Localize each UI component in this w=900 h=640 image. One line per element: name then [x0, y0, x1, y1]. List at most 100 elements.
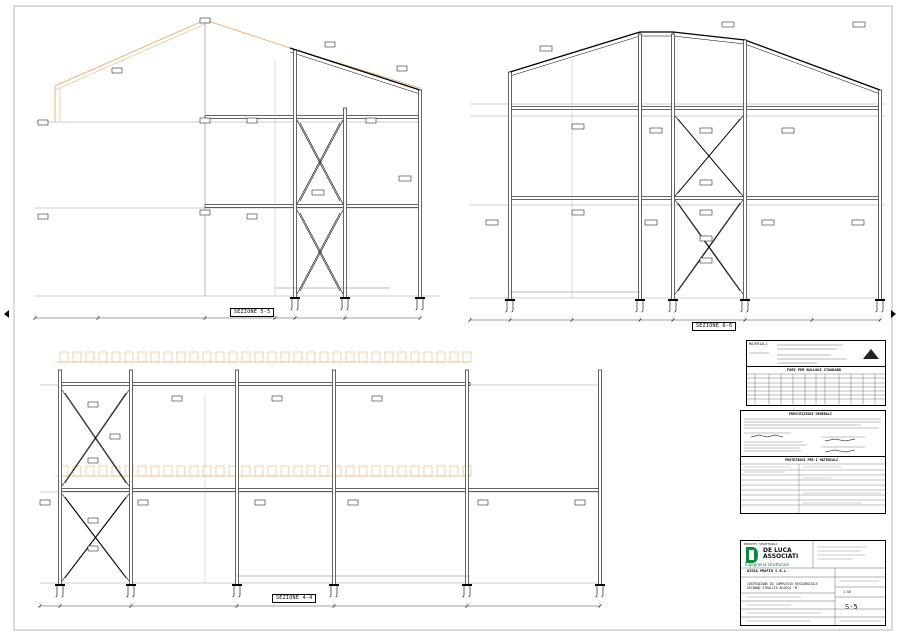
- member-tag: [171, 395, 183, 402]
- drawing-sheet-number: S-5: [845, 603, 858, 611]
- x-bracing-lower: [296, 209, 344, 295]
- general-notes-box: PRESCRIZIONI GENERALI: [740, 410, 886, 458]
- member-tag: [649, 127, 663, 134]
- roof-rafter-inner: [289, 51, 421, 95]
- ghost-joist: [345, 351, 355, 363]
- base-plate: [875, 299, 885, 301]
- anchor-bolts: [635, 299, 645, 313]
- firm-subtitle: Ingegneria strutturale: [745, 562, 789, 567]
- anchor-bolts: [340, 297, 350, 311]
- member-tag: [137, 499, 149, 506]
- ghost-joist: [241, 465, 251, 477]
- ghost-joist: [176, 351, 186, 363]
- ghost-joist: [202, 351, 212, 363]
- floor-beam-upper: [59, 382, 471, 386]
- anchor-bolt: [595, 585, 598, 598]
- ghost-joist: [436, 351, 446, 363]
- ghost-joist: [358, 465, 368, 477]
- ghost-joist: [124, 351, 134, 363]
- member-tag: [246, 213, 258, 220]
- base-plate: [505, 299, 515, 301]
- anchor-bolts: [290, 297, 300, 311]
- column: [638, 33, 642, 301]
- ghost-joist: [293, 465, 303, 477]
- member-tag: [571, 123, 585, 130]
- ghost-joist: [319, 465, 329, 477]
- anchor-bolts: [668, 299, 678, 313]
- anchor-bolt: [132, 585, 135, 598]
- member-tag: [365, 117, 377, 124]
- bolt-holes-grid: [747, 373, 885, 405]
- ghost-joist: [137, 465, 147, 477]
- anchor-bolts: [232, 584, 242, 598]
- base-plate: [340, 297, 350, 299]
- ghost-joist: [384, 465, 394, 477]
- roof-outline-ghost: [54, 23, 206, 91]
- anchor-bolt: [641, 300, 644, 313]
- anchor-bolts: [740, 299, 750, 313]
- margin-arrow-right: [891, 310, 896, 318]
- base-plate: [290, 297, 300, 299]
- ghost-joist: [410, 351, 420, 363]
- materials-note-lines: [749, 344, 879, 364]
- anchor-bolt: [468, 585, 471, 598]
- anchor-bolt: [601, 585, 604, 598]
- member-tag: [87, 457, 99, 464]
- anchor-bolts: [415, 297, 425, 311]
- ghost-joist: [267, 351, 277, 363]
- member-tag: [699, 257, 713, 264]
- anchor-bolts: [55, 584, 65, 598]
- ghost-joist: [111, 351, 121, 363]
- dimension-line-bottom: [38, 602, 602, 608]
- anchor-bolt: [462, 585, 465, 598]
- base-plate: [635, 299, 645, 301]
- ghost-joist: [137, 351, 147, 363]
- member-tag: [39, 499, 51, 506]
- anchor-bolt: [875, 300, 878, 313]
- member-tag: [37, 213, 49, 220]
- firm-name-2: ASSOCIATI: [763, 553, 799, 560]
- base-plate: [126, 584, 136, 586]
- ghost-joist: [371, 465, 381, 477]
- ghost-joist: [72, 465, 82, 477]
- ghost-joist: [150, 465, 160, 477]
- base-plate: [55, 584, 65, 586]
- ghost-joist: [449, 351, 459, 363]
- ghost-joist: [215, 465, 225, 477]
- ghost-joist: [215, 351, 225, 363]
- member-tag: [477, 499, 489, 506]
- ghost-joist: [423, 465, 433, 477]
- column: [878, 89, 882, 301]
- ghost-joist: [397, 351, 407, 363]
- member-tag: [396, 65, 408, 72]
- roof-outline-ghost: [54, 19, 421, 89]
- dimension-line-bottom: [33, 314, 422, 320]
- floor-beam-lower: [204, 204, 421, 208]
- member-tag: [324, 41, 336, 48]
- floor-beam-upper: [204, 115, 421, 119]
- x-bracing-lower: [61, 493, 130, 582]
- member-tag: [111, 67, 123, 74]
- anchor-bolt: [340, 298, 343, 311]
- anchor-bolt: [421, 298, 424, 311]
- floor-beam-lower: [59, 488, 601, 492]
- anchor-bolt: [740, 300, 743, 313]
- ghost-joist: [371, 351, 381, 363]
- member-tag: [87, 517, 99, 524]
- ghost-joist: [436, 465, 446, 477]
- section-4-4-drawing: [38, 351, 605, 608]
- ghost-joist: [189, 351, 199, 363]
- ghost-joist: [85, 465, 95, 477]
- ghost-joist: [72, 351, 82, 363]
- ghost-joist: [267, 465, 277, 477]
- protection-notes-grid: [741, 463, 885, 513]
- member-tag: [699, 235, 713, 242]
- base-plate: [329, 584, 339, 586]
- column: [508, 71, 512, 301]
- ghost-joist: [163, 465, 173, 477]
- section-4-4-title: SEZIONE 4-4: [272, 594, 317, 603]
- ghost-joist: [163, 351, 173, 363]
- member-tag: [271, 395, 283, 402]
- ghost-joist: [358, 351, 368, 363]
- anchor-bolt: [232, 585, 235, 598]
